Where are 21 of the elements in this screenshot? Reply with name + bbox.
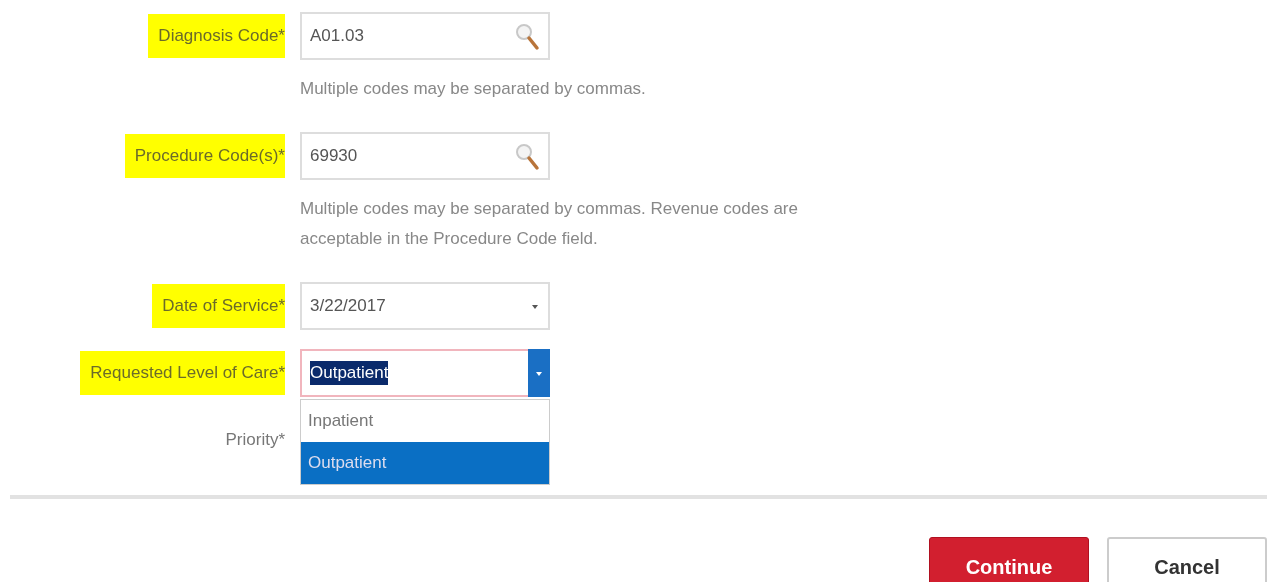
field-label: Date of Service* (152, 284, 285, 328)
continue-button[interactable]: Continue (929, 537, 1089, 582)
hint-text: Multiple codes may be separated by commas. (300, 78, 647, 100)
field-value: 69930 (310, 146, 359, 166)
field-label: Requested Level of Care* (80, 351, 285, 395)
select-field[interactable]: Outpatient (300, 349, 550, 397)
field-value: 3/22/2017 (310, 296, 387, 316)
dropdown-option[interactable]: Outpatient (301, 442, 549, 484)
cancel-button[interactable]: Cancel (1107, 537, 1267, 582)
search-icon (514, 141, 540, 171)
field-label: Priority* (224, 429, 285, 451)
search-icon (514, 21, 540, 51)
hint-text: Multiple codes may be separated by commas. Revenue codes are acceptable in the Procedure Code field. (300, 198, 799, 250)
field-value: Outpatient (310, 361, 389, 385)
date-field[interactable]: 3/22/2017 (300, 282, 550, 330)
search-field[interactable]: 69930 (300, 132, 550, 180)
field-label: Procedure Code(s)* (124, 134, 285, 178)
field-value: A01.03 (310, 26, 365, 46)
field-label: Diagnosis Code* (148, 14, 285, 58)
dropdown-option[interactable]: Inpatient (301, 400, 549, 442)
search-field[interactable]: A01.03 (300, 12, 550, 60)
